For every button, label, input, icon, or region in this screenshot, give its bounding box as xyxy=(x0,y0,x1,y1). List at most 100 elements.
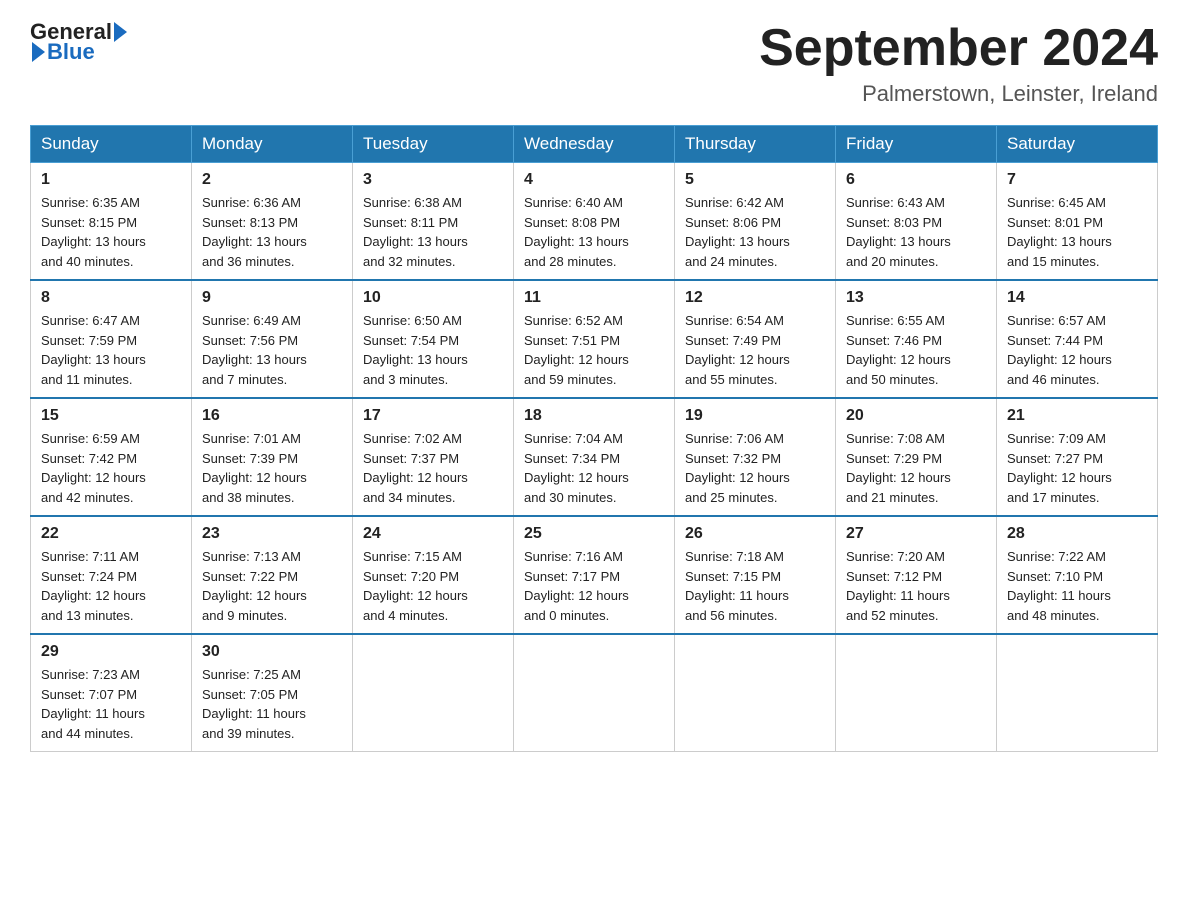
calendar-cell: 27 Sunrise: 7:20 AMSunset: 7:12 PMDayligh… xyxy=(836,516,997,634)
day-info: Sunrise: 7:13 AMSunset: 7:22 PMDaylight:… xyxy=(202,547,342,625)
col-header-monday: Monday xyxy=(192,126,353,163)
calendar-cell: 14 Sunrise: 6:57 AMSunset: 7:44 PMDayligh… xyxy=(997,280,1158,398)
day-info: Sunrise: 7:18 AMSunset: 7:15 PMDaylight:… xyxy=(685,547,825,625)
day-info: Sunrise: 7:08 AMSunset: 7:29 PMDaylight:… xyxy=(846,429,986,507)
day-info: Sunrise: 7:20 AMSunset: 7:12 PMDaylight:… xyxy=(846,547,986,625)
calendar-cell: 18 Sunrise: 7:04 AMSunset: 7:34 PMDayligh… xyxy=(514,398,675,516)
day-number: 16 xyxy=(202,407,342,425)
title-block: September 2024 Palmerstown, Leinster, Ir… xyxy=(759,20,1158,107)
day-info: Sunrise: 7:25 AMSunset: 7:05 PMDaylight:… xyxy=(202,665,342,743)
col-header-friday: Friday xyxy=(836,126,997,163)
calendar-week-row: 8 Sunrise: 6:47 AMSunset: 7:59 PMDaylight… xyxy=(31,280,1158,398)
day-number: 13 xyxy=(846,289,986,307)
calendar-cell: 4Sunrise: 6:40 AMSunset: 8:08 PMDaylight… xyxy=(514,163,675,281)
col-header-wednesday: Wednesday xyxy=(514,126,675,163)
day-info: Sunrise: 7:02 AMSunset: 7:37 PMDaylight:… xyxy=(363,429,503,507)
calendar-cell: 26 Sunrise: 7:18 AMSunset: 7:15 PMDayligh… xyxy=(675,516,836,634)
col-header-saturday: Saturday xyxy=(997,126,1158,163)
day-info: Sunrise: 6:59 AMSunset: 7:42 PMDaylight:… xyxy=(41,429,181,507)
logo: General Blue xyxy=(30,20,127,64)
day-info: Sunrise: 7:06 AMSunset: 7:32 PMDaylight:… xyxy=(685,429,825,507)
day-number: 30 xyxy=(202,643,342,661)
day-number: 24 xyxy=(363,525,503,543)
day-info: Sunrise: 6:49 AMSunset: 7:56 PMDaylight:… xyxy=(202,311,342,389)
day-number: 10 xyxy=(363,289,503,307)
day-number: 29 xyxy=(41,643,181,661)
day-number: 5 xyxy=(685,171,825,189)
calendar-cell: 28Sunrise: 7:22 AMSunset: 7:10 PMDayligh… xyxy=(997,516,1158,634)
day-info: Sunrise: 6:42 AMSunset: 8:06 PMDaylight:… xyxy=(685,193,825,271)
calendar-cell: 11 Sunrise: 6:52 AMSunset: 7:51 PMDayligh… xyxy=(514,280,675,398)
calendar-cell: 29Sunrise: 7:23 AMSunset: 7:07 PMDayligh… xyxy=(31,634,192,752)
calendar-cell: 6 Sunrise: 6:43 AMSunset: 8:03 PMDaylight… xyxy=(836,163,997,281)
day-info: Sunrise: 7:11 AMSunset: 7:24 PMDaylight:… xyxy=(41,547,181,625)
calendar-cell: 13 Sunrise: 6:55 AMSunset: 7:46 PMDayligh… xyxy=(836,280,997,398)
calendar-table: SundayMondayTuesdayWednesdayThursdayFrid… xyxy=(30,125,1158,752)
day-info: Sunrise: 6:47 AMSunset: 7:59 PMDaylight:… xyxy=(41,311,181,389)
day-number: 27 xyxy=(846,525,986,543)
day-info: Sunrise: 7:01 AMSunset: 7:39 PMDaylight:… xyxy=(202,429,342,507)
day-info: Sunrise: 6:40 AMSunset: 8:08 PMDaylight:… xyxy=(524,193,664,271)
calendar-cell: 1 Sunrise: 6:35 AMSunset: 8:15 PMDaylight… xyxy=(31,163,192,281)
calendar-cell: 22 Sunrise: 7:11 AMSunset: 7:24 PMDayligh… xyxy=(31,516,192,634)
calendar-header-row: SundayMondayTuesdayWednesdayThursdayFrid… xyxy=(31,126,1158,163)
calendar-cell: 10 Sunrise: 6:50 AMSunset: 7:54 PMDayligh… xyxy=(353,280,514,398)
day-number: 18 xyxy=(524,407,664,425)
calendar-cell: 17 Sunrise: 7:02 AMSunset: 7:37 PMDayligh… xyxy=(353,398,514,516)
day-info: Sunrise: 7:04 AMSunset: 7:34 PMDaylight:… xyxy=(524,429,664,507)
day-number: 11 xyxy=(524,289,664,307)
calendar-cell xyxy=(514,634,675,752)
day-number: 2 xyxy=(202,171,342,189)
day-number: 21 xyxy=(1007,407,1147,425)
col-header-sunday: Sunday xyxy=(31,126,192,163)
calendar-cell: 21 Sunrise: 7:09 AMSunset: 7:27 PMDayligh… xyxy=(997,398,1158,516)
location-subtitle: Palmerstown, Leinster, Ireland xyxy=(759,81,1158,107)
day-number: 26 xyxy=(685,525,825,543)
calendar-cell: 24Sunrise: 7:15 AMSunset: 7:20 PMDayligh… xyxy=(353,516,514,634)
calendar-cell: 3 Sunrise: 6:38 AMSunset: 8:11 PMDaylight… xyxy=(353,163,514,281)
calendar-cell: 30 Sunrise: 7:25 AMSunset: 7:05 PMDayligh… xyxy=(192,634,353,752)
day-number: 12 xyxy=(685,289,825,307)
calendar-week-row: 15 Sunrise: 6:59 AMSunset: 7:42 PMDayligh… xyxy=(31,398,1158,516)
day-info: Sunrise: 6:57 AMSunset: 7:44 PMDaylight:… xyxy=(1007,311,1147,389)
day-number: 6 xyxy=(846,171,986,189)
day-info: Sunrise: 6:50 AMSunset: 7:54 PMDaylight:… xyxy=(363,311,503,389)
day-number: 14 xyxy=(1007,289,1147,307)
day-info: Sunrise: 6:38 AMSunset: 8:11 PMDaylight:… xyxy=(363,193,503,271)
day-info: Sunrise: 6:45 AMSunset: 8:01 PMDaylight:… xyxy=(1007,193,1147,271)
calendar-cell: 9Sunrise: 6:49 AMSunset: 7:56 PMDaylight… xyxy=(192,280,353,398)
day-number: 8 xyxy=(41,289,181,307)
day-number: 7 xyxy=(1007,171,1147,189)
day-info: Sunrise: 6:43 AMSunset: 8:03 PMDaylight:… xyxy=(846,193,986,271)
day-info: Sunrise: 6:55 AMSunset: 7:46 PMDaylight:… xyxy=(846,311,986,389)
calendar-cell xyxy=(353,634,514,752)
day-number: 15 xyxy=(41,407,181,425)
calendar-cell xyxy=(675,634,836,752)
calendar-week-row: 29Sunrise: 7:23 AMSunset: 7:07 PMDayligh… xyxy=(31,634,1158,752)
col-header-thursday: Thursday xyxy=(675,126,836,163)
calendar-cell: 5 Sunrise: 6:42 AMSunset: 8:06 PMDaylight… xyxy=(675,163,836,281)
page-header: General Blue September 2024 Palmerstown,… xyxy=(30,20,1158,107)
calendar-cell: 8 Sunrise: 6:47 AMSunset: 7:59 PMDaylight… xyxy=(31,280,192,398)
logo-text-blue: Blue xyxy=(47,40,95,64)
day-number: 3 xyxy=(363,171,503,189)
day-info: Sunrise: 7:09 AMSunset: 7:27 PMDaylight:… xyxy=(1007,429,1147,507)
calendar-cell: 25Sunrise: 7:16 AMSunset: 7:17 PMDayligh… xyxy=(514,516,675,634)
day-info: Sunrise: 6:35 AMSunset: 8:15 PMDaylight:… xyxy=(41,193,181,271)
day-number: 1 xyxy=(41,171,181,189)
day-number: 22 xyxy=(41,525,181,543)
calendar-cell: 19Sunrise: 7:06 AMSunset: 7:32 PMDayligh… xyxy=(675,398,836,516)
day-info: Sunrise: 6:52 AMSunset: 7:51 PMDaylight:… xyxy=(524,311,664,389)
day-number: 28 xyxy=(1007,525,1147,543)
calendar-cell: 20 Sunrise: 7:08 AMSunset: 7:29 PMDayligh… xyxy=(836,398,997,516)
day-info: Sunrise: 7:16 AMSunset: 7:17 PMDaylight:… xyxy=(524,547,664,625)
calendar-week-row: 22 Sunrise: 7:11 AMSunset: 7:24 PMDayligh… xyxy=(31,516,1158,634)
calendar-cell xyxy=(836,634,997,752)
day-number: 17 xyxy=(363,407,503,425)
calendar-cell xyxy=(997,634,1158,752)
month-title: September 2024 xyxy=(759,20,1158,77)
day-info: Sunrise: 6:36 AMSunset: 8:13 PMDaylight:… xyxy=(202,193,342,271)
calendar-cell: 15 Sunrise: 6:59 AMSunset: 7:42 PMDayligh… xyxy=(31,398,192,516)
day-number: 23 xyxy=(202,525,342,543)
day-number: 20 xyxy=(846,407,986,425)
